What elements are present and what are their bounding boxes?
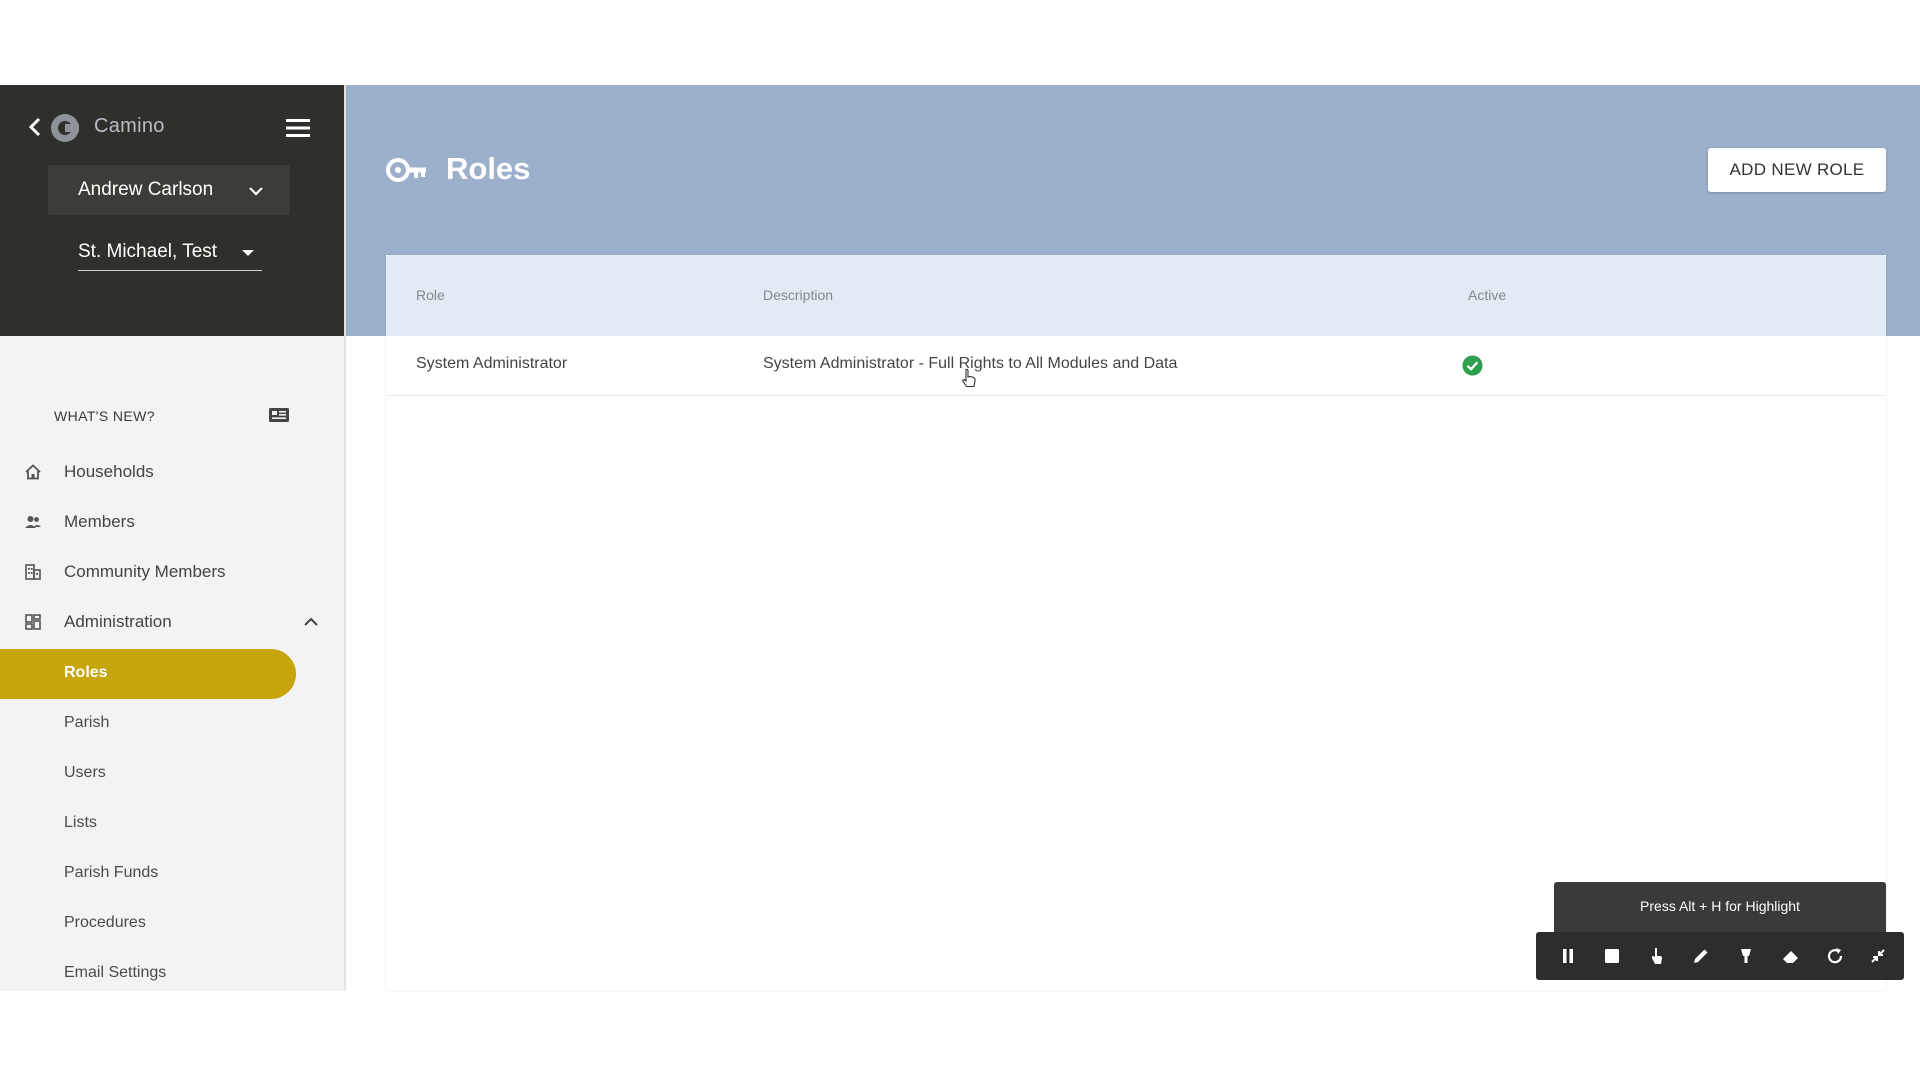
recorder-tip: Press Alt + H for Highlight xyxy=(1554,882,1886,932)
home-icon xyxy=(25,464,41,480)
sidebar-subitem-label: Email Settings xyxy=(64,964,167,981)
recorder-toolbar xyxy=(1536,932,1904,980)
sidebar-subitem-procedures[interactable]: Procedures xyxy=(0,899,296,949)
sidebar-item-label: Members xyxy=(64,512,135,531)
user-name: Andrew Carlson xyxy=(78,179,214,200)
brand-name: Camino xyxy=(94,115,165,137)
table-header: Role Description Active xyxy=(386,255,1886,336)
dashboard-icon xyxy=(25,614,41,630)
sidebar-item-members[interactable]: Members xyxy=(0,500,344,544)
sidebar-subitem-email-settings[interactable]: Email Settings xyxy=(0,949,296,991)
sidebar-subitem-parish[interactable]: Parish xyxy=(0,699,296,749)
check-circle-icon xyxy=(1462,355,1483,376)
app-window: Camino Andrew Carlson St. Michael, Test … xyxy=(0,85,1920,991)
parish-name: St. Michael, Test xyxy=(78,241,218,262)
sidebar-subitem-roles[interactable]: Roles xyxy=(0,649,296,699)
eraser-icon[interactable] xyxy=(1779,944,1803,968)
people-icon xyxy=(25,516,41,528)
page-title: Roles xyxy=(446,151,531,186)
sidebar-item-label: Administration xyxy=(64,612,172,631)
parish-select[interactable]: St. Michael, Test xyxy=(78,237,262,271)
pen-icon[interactable] xyxy=(1689,944,1713,968)
whats-new-link[interactable]: WHAT'S NEW? xyxy=(54,408,155,424)
sidebar-item-administration[interactable]: Administration xyxy=(0,600,344,644)
minimize-icon[interactable] xyxy=(1866,944,1890,968)
roles-table: Role Description Active System Administr… xyxy=(386,255,1886,991)
user-dropdown[interactable]: Andrew Carlson xyxy=(48,165,290,215)
sidebar-header: Camino Andrew Carlson St. Michael, Test xyxy=(0,85,344,336)
sidebar-item-households[interactable]: Households xyxy=(0,450,344,494)
column-header-description[interactable]: Description xyxy=(763,287,833,303)
sidebar: Camino Andrew Carlson St. Michael, Test … xyxy=(0,85,346,991)
sidebar-subitem-label: Users xyxy=(64,764,106,781)
sidebar-item-label: Households xyxy=(64,462,154,481)
cell-role: System Administrator xyxy=(416,355,568,372)
hamburger-menu-icon[interactable] xyxy=(286,118,310,138)
sidebar-subitem-users[interactable]: Users xyxy=(0,749,296,799)
column-header-active[interactable]: Active xyxy=(1468,287,1506,303)
caret-down-icon xyxy=(242,250,254,256)
sidebar-subitem-label: Roles xyxy=(64,664,108,681)
newspaper-icon[interactable] xyxy=(268,407,290,423)
sidebar-item-label: Community Members xyxy=(64,562,226,581)
highlight-icon[interactable] xyxy=(1734,944,1758,968)
sidebar-subitem-lists[interactable]: Lists xyxy=(0,799,296,849)
add-new-role-button[interactable]: ADD NEW ROLE xyxy=(1708,148,1886,192)
pause-icon[interactable] xyxy=(1556,944,1580,968)
chevron-down-icon xyxy=(249,187,263,196)
sidebar-item-community-members[interactable]: Community Members xyxy=(0,550,344,594)
sidebar-subitem-label: Parish xyxy=(64,714,110,731)
column-header-role[interactable]: Role xyxy=(416,287,445,303)
sidebar-subitem-parish-funds[interactable]: Parish Funds xyxy=(0,849,296,899)
hand-cursor-icon xyxy=(962,368,976,388)
sidebar-subitem-label: Lists xyxy=(64,814,97,831)
recorder-tip-text: Press Alt + H for Highlight xyxy=(1640,898,1800,914)
camino-logo-icon xyxy=(51,114,79,142)
building-icon xyxy=(25,564,41,580)
main-content: Roles ADD NEW ROLE Role Description Acti… xyxy=(346,85,1920,991)
pointer-icon[interactable] xyxy=(1645,944,1669,968)
table-row[interactable]: System Administrator System Administrato… xyxy=(386,336,1886,396)
stop-icon[interactable] xyxy=(1600,944,1624,968)
key-icon xyxy=(386,158,426,182)
sidebar-subitem-label: Parish Funds xyxy=(64,864,159,881)
redo-icon[interactable] xyxy=(1823,944,1847,968)
chevron-up-icon[interactable] xyxy=(303,617,319,627)
chevron-left-icon[interactable] xyxy=(26,116,44,138)
sidebar-subitem-label: Procedures xyxy=(64,914,146,931)
